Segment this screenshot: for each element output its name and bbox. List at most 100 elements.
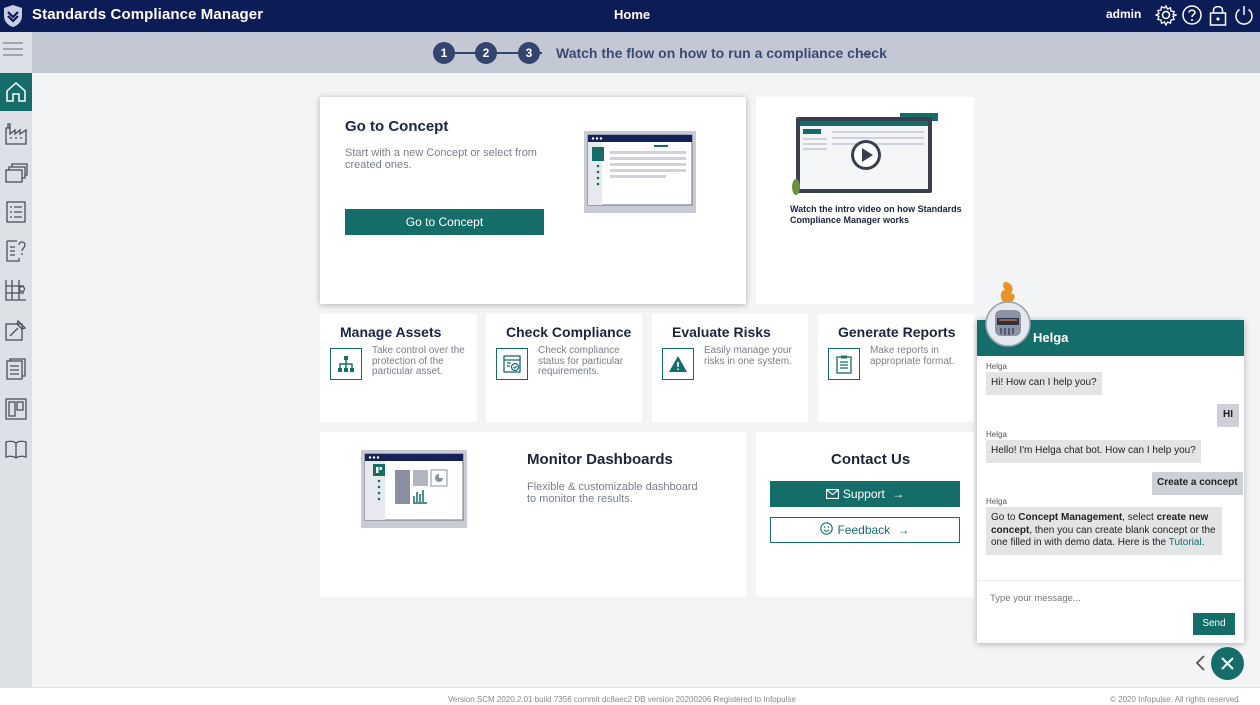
generate-reports-desc: Make reports in appropriate format. bbox=[870, 345, 970, 367]
feedback-label: Feedback bbox=[837, 523, 891, 537]
clipboard-icon bbox=[828, 348, 860, 380]
gear-icon[interactable] bbox=[1154, 4, 1179, 27]
send-button[interactable]: Send bbox=[1193, 613, 1235, 635]
chat-message-input[interactable]: Type your message... bbox=[990, 593, 1081, 604]
close-chat-button[interactable] bbox=[1211, 647, 1244, 680]
lock-icon[interactable] bbox=[1207, 4, 1229, 26]
chat-sender-label: Helga bbox=[986, 430, 1007, 439]
sidebar-item-checklist[interactable] bbox=[0, 193, 32, 231]
sidebar-item-measures[interactable] bbox=[0, 311, 32, 349]
generate-reports-card[interactable]: Generate Reports Make reports in appropr… bbox=[818, 314, 974, 422]
sidebar-item-home[interactable] bbox=[0, 73, 32, 111]
evaluate-risks-desc-2: risks in one system. bbox=[704, 355, 792, 367]
evaluate-risks-title: Evaluate Risks bbox=[672, 324, 771, 340]
grid-icon bbox=[5, 280, 26, 301]
hierarchy-icon bbox=[330, 348, 362, 380]
sidebar-item-library[interactable] bbox=[0, 430, 32, 468]
dashboard-illustration bbox=[361, 450, 467, 533]
sidebar-item-questions[interactable] bbox=[0, 232, 32, 270]
step-3[interactable]: 3 bbox=[518, 42, 540, 64]
check-compliance-title: Check Compliance bbox=[506, 324, 632, 340]
video-caption-line1: Watch the intro video on how Standards bbox=[790, 204, 962, 214]
generate-reports-desc-1: Make reports in bbox=[870, 345, 939, 356]
chevron-left-icon[interactable] bbox=[1193, 654, 1207, 672]
manage-assets-desc-1: Take control over the bbox=[372, 345, 465, 356]
home-icon bbox=[6, 81, 26, 102]
user-name[interactable]: admin bbox=[1106, 7, 1141, 21]
sidebar-item-risks[interactable] bbox=[0, 271, 32, 309]
chat-bot-name: Helga bbox=[1033, 330, 1069, 345]
concept-card-desc-1: Start with a new Concept or select from bbox=[345, 147, 537, 159]
chat-sender-label: Helga bbox=[986, 497, 1007, 506]
smile-icon bbox=[820, 519, 834, 543]
check-compliance-card[interactable]: Check Compliance Check compliance status… bbox=[486, 314, 642, 422]
stack-icon bbox=[5, 163, 28, 183]
arrow-right-icon: → bbox=[897, 523, 910, 537]
intro-video-card[interactable]: Watch the intro video on how Standards C… bbox=[756, 97, 974, 304]
mail-icon bbox=[825, 482, 839, 508]
footer-version: Version SCM 2020.2.01 build 7356 commit … bbox=[448, 695, 796, 704]
evaluate-risks-desc: Easily manage your risks in one system. bbox=[704, 345, 804, 367]
knight-avatar-icon bbox=[985, 280, 1031, 350]
top-bar: Standards Compliance Manager Home admin bbox=[0, 0, 1260, 32]
step-1[interactable]: 1 bbox=[433, 42, 455, 64]
concept-illustration bbox=[584, 131, 696, 218]
compliance-check-icon bbox=[496, 348, 528, 380]
video-caption: Watch the intro video on how Standards C… bbox=[790, 204, 962, 226]
dashboard-icon bbox=[5, 398, 27, 420]
sidebar-item-reports[interactable] bbox=[0, 350, 32, 388]
check-compliance-desc: Check compliance status for particular r… bbox=[538, 345, 638, 378]
sidebar-item-concepts[interactable] bbox=[0, 154, 32, 192]
footer: Version SCM 2020.2.01 build 7356 commit … bbox=[0, 687, 1260, 705]
evaluate-risks-card[interactable]: Evaluate Risks Easily manage your risks … bbox=[652, 314, 808, 422]
video-thumbnail[interactable] bbox=[790, 111, 942, 202]
concept-card-title: Go to Concept bbox=[345, 118, 449, 135]
stepper-link-text[interactable]: Watch the flow on how to run a complianc… bbox=[556, 45, 887, 61]
chat-sender-label: Helga bbox=[986, 362, 1007, 371]
feedback-button[interactable]: Feedback → bbox=[770, 517, 960, 543]
check-compliance-desc-3: requirements. bbox=[538, 366, 600, 377]
manage-assets-card[interactable]: Manage Assets Take control over the prot… bbox=[320, 314, 477, 422]
book-icon bbox=[5, 440, 27, 459]
chat-text: . bbox=[1201, 537, 1205, 548]
chat-text: , select bbox=[1122, 512, 1157, 523]
contact-us-card: Contact Us Support → Feedback → bbox=[756, 432, 974, 597]
chat-bot-message: Hello! I'm Helga chat bot. How can I hel… bbox=[986, 440, 1201, 463]
warning-icon bbox=[662, 348, 694, 380]
evaluate-risks-desc-1: Easily manage your bbox=[704, 345, 792, 356]
chat-user-message: HI bbox=[1217, 404, 1239, 427]
help-icon[interactable] bbox=[1181, 4, 1203, 26]
sidebar-item-assets[interactable] bbox=[0, 115, 32, 153]
chat-text-bold: Concept Management bbox=[1018, 512, 1123, 523]
arrow-right-icon: → bbox=[858, 44, 873, 61]
shield-logo-icon[interactable] bbox=[3, 4, 23, 28]
chat-text: Go to bbox=[991, 512, 1019, 523]
generate-reports-title: Generate Reports bbox=[838, 324, 956, 340]
pin-icon bbox=[5, 319, 27, 341]
monitor-dashboards-title: Monitor Dashboards bbox=[527, 451, 673, 468]
hamburger-menu-icon[interactable] bbox=[2, 40, 24, 58]
flow-stepper[interactable]: 1 2 3 Watch the flow on how to run a com… bbox=[32, 32, 1260, 73]
concept-card: Go to Concept Start with a new Concept o… bbox=[320, 97, 746, 304]
manage-assets-desc-3: particular asset. bbox=[372, 366, 443, 377]
support-button[interactable]: Support → bbox=[770, 481, 960, 507]
manage-assets-desc: Take control over the protection of the … bbox=[372, 345, 472, 378]
manage-assets-title: Manage Assets bbox=[340, 324, 442, 340]
factory-icon bbox=[5, 123, 27, 145]
step-2[interactable]: 2 bbox=[475, 42, 497, 64]
tutorial-link[interactable]: Tutorial bbox=[1169, 537, 1202, 548]
monitor-dashboards-card[interactable]: Monitor Dashboards Flexible & customizab… bbox=[320, 432, 746, 597]
power-icon[interactable] bbox=[1233, 4, 1255, 26]
go-to-concept-button[interactable]: Go to Concept bbox=[345, 209, 544, 235]
monitor-dashboards-desc-2: to monitor the results. bbox=[527, 493, 633, 505]
sidebar-item-dashboards[interactable] bbox=[0, 390, 32, 428]
generate-reports-desc-2: appropriate format. bbox=[870, 355, 955, 367]
chat-bot-message: Go to Concept Management, select create … bbox=[986, 507, 1222, 555]
chat-widget: Helga Helga Hi! How can I help you? HI H… bbox=[977, 282, 1244, 643]
concept-card-desc-2: created ones. bbox=[345, 159, 412, 171]
app-title: Standards Compliance Manager bbox=[32, 6, 264, 23]
question-doc-icon bbox=[6, 240, 26, 262]
video-caption-line2: Compliance Manager works bbox=[790, 215, 910, 225]
report-icon bbox=[6, 358, 26, 380]
sidebar bbox=[0, 32, 32, 687]
